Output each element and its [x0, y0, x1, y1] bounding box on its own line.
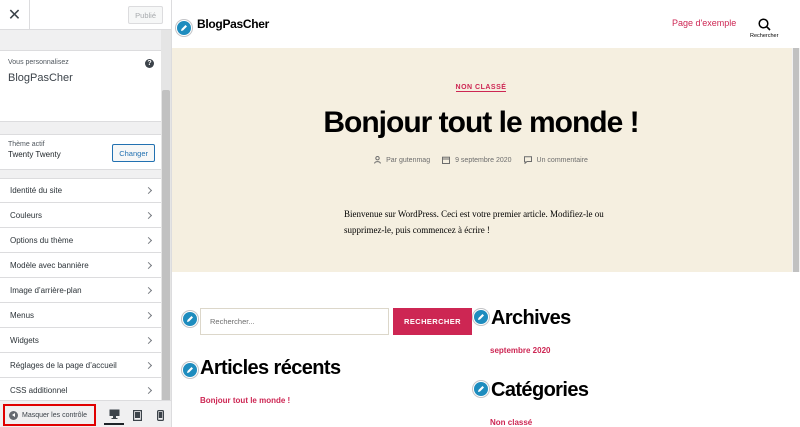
menu-item-label: Menus	[10, 310, 35, 320]
active-theme-section: Thème actif Twenty Twenty Changer	[0, 134, 162, 170]
post-hero: NON CLASSÉ Bonjour tout le monde ! Par g…	[172, 48, 800, 272]
pencil-icon	[181, 25, 187, 31]
hide-controls-icon	[9, 410, 18, 420]
close-icon: ✕	[7, 7, 22, 24]
help-icon[interactable]: ?	[145, 59, 154, 68]
search-toggle-label[interactable]: Rechercher	[750, 33, 778, 39]
archive-link[interactable]: septembre 2020	[490, 346, 550, 355]
edit-shortcut-recent-posts[interactable]	[182, 362, 198, 378]
menu-item-label: CSS additionnel	[10, 385, 68, 395]
post-meta: Par gutenmag 9 septembre 2020 Un comment…	[172, 156, 790, 164]
tablet-icon	[132, 409, 142, 421]
menu-item-background-image[interactable]: Image d’arrière-plan	[0, 278, 162, 303]
menu-item-label: Couleurs	[10, 210, 43, 220]
customizing-label: Vous personnalisez	[8, 59, 69, 66]
menu-item-label: Options du thème	[10, 235, 74, 245]
sidebar-header: ✕ Publié	[0, 0, 171, 30]
menu-item-label: Widgets	[10, 335, 39, 345]
comments-text[interactable]: Un commentaire	[537, 157, 588, 164]
close-button[interactable]: ✕	[0, 0, 30, 30]
chevron-right-icon	[144, 361, 153, 369]
customizing-info: Vous personnalisez BlogPasCher ?	[0, 50, 162, 122]
date-text[interactable]: 9 septembre 2020	[455, 157, 511, 164]
site-preview: BlogPasCher Page d'exemple Rechercher NO…	[172, 0, 800, 427]
edit-shortcut-search-widget[interactable]	[182, 311, 198, 327]
user-icon	[374, 156, 382, 164]
menu-item-widgets[interactable]: Widgets	[0, 328, 162, 353]
mobile-icon	[156, 409, 164, 421]
chevron-right-icon	[144, 261, 153, 269]
search-icon[interactable]	[758, 18, 771, 31]
pencil-icon	[478, 314, 484, 320]
change-theme-button[interactable]: Changer	[112, 144, 155, 162]
site-name: BlogPasCher	[8, 72, 73, 84]
hide-controls-button[interactable]: Masquer les contrôle	[3, 404, 96, 426]
chevron-right-icon	[144, 336, 153, 344]
publish-button[interactable]: Publié	[128, 6, 163, 24]
post-excerpt: Bienvenue sur WordPress. Ceci est votre …	[344, 209, 604, 235]
chevron-right-icon	[144, 286, 153, 294]
post-category[interactable]: NON CLASSÉ	[172, 84, 790, 92]
desktop-icon	[109, 409, 119, 419]
comment-icon	[523, 156, 532, 164]
chevron-right-icon	[144, 311, 153, 319]
nav-link-sample-page[interactable]: Page d'exemple	[672, 18, 736, 28]
site-header: BlogPasCher Page d'exemple Rechercher	[172, 0, 800, 48]
sidebar-scrollbar[interactable]	[161, 30, 171, 410]
menu-item-label: Identité du site	[10, 186, 63, 195]
post-title[interactable]: Bonjour tout le monde !	[172, 106, 790, 140]
customizer-menu: Identité du site Couleurs Options du thè…	[0, 178, 162, 403]
menu-item-homepage-settings[interactable]: Réglages de la page d’accueil	[0, 353, 162, 378]
calendar-icon	[442, 156, 451, 164]
post-date[interactable]: 9 septembre 2020	[442, 156, 512, 164]
widget-search-button[interactable]: RECHERCHER	[393, 308, 472, 335]
menu-item-label: Image d’arrière-plan	[10, 285, 82, 295]
category-link[interactable]: NON CLASSÉ	[455, 84, 507, 92]
pencil-icon	[187, 316, 193, 322]
edit-shortcut-categories[interactable]	[473, 381, 489, 397]
menu-item-cover-template[interactable]: Modèle avec bannière	[0, 253, 162, 278]
menu-item-label: Réglages de la page d’accueil	[10, 360, 117, 370]
chevron-right-icon	[144, 236, 153, 244]
edit-shortcut-archives[interactable]	[473, 309, 489, 325]
preview-scrollbar-thumb[interactable]	[793, 48, 799, 273]
site-title[interactable]: BlogPasCher	[197, 17, 269, 31]
post-author[interactable]: Par gutenmag	[374, 156, 430, 164]
chevron-right-icon	[144, 186, 153, 195]
post-comments[interactable]: Un commentaire	[523, 156, 588, 164]
mobile-preview-button[interactable]	[150, 405, 170, 425]
pencil-icon	[187, 367, 193, 373]
preview-scrollbar[interactable]	[792, 48, 800, 278]
edit-shortcut-site-title[interactable]	[176, 20, 192, 36]
desktop-preview-button[interactable]	[104, 405, 124, 425]
categories-title: Catégories	[491, 379, 589, 401]
hide-controls-label: Masquer les contrôle	[22, 411, 87, 419]
menu-item-site-identity[interactable]: Identité du site	[0, 178, 162, 203]
chevron-right-icon	[144, 386, 153, 394]
category-widget-link[interactable]: Non classé	[490, 418, 532, 427]
archives-title: Archives	[491, 307, 571, 329]
widget-search-input[interactable]: Rechercher...	[200, 308, 389, 335]
scrollbar-thumb[interactable]	[162, 90, 170, 410]
footer-widgets: Rechercher... RECHERCHER Articles récent…	[172, 272, 800, 427]
recent-posts-title: Articles récents	[200, 357, 341, 379]
pencil-icon	[478, 386, 484, 392]
menu-item-theme-options[interactable]: Options du thème	[0, 228, 162, 253]
menu-item-label: Modèle avec bannière	[10, 260, 89, 270]
author-text[interactable]: Par gutenmag	[386, 157, 430, 164]
menu-item-colors[interactable]: Couleurs	[0, 203, 162, 228]
tablet-preview-button[interactable]	[127, 405, 147, 425]
chevron-right-icon	[144, 211, 153, 219]
sidebar-footer: Masquer les contrôle	[0, 400, 171, 427]
recent-post-link[interactable]: Bonjour tout le monde !	[200, 396, 290, 405]
customizer-sidebar: ✕ Publié Vous personnalisez BlogPasCher …	[0, 0, 172, 427]
menu-item-menus[interactable]: Menus	[0, 303, 162, 328]
